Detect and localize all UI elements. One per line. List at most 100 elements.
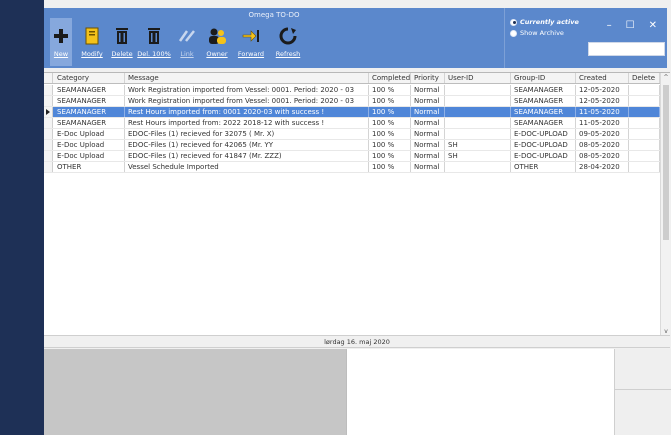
cell-delete: [629, 96, 660, 106]
status-bar-date: lørdag 16. maj 2020: [44, 335, 670, 348]
cell-created: 28-04-2020: [576, 162, 629, 172]
detail-panel-right: [614, 349, 671, 435]
column-header-completed[interactable]: Completed: [369, 73, 411, 83]
cell-priority: Normal: [411, 96, 445, 106]
minimize-icon[interactable]: –: [607, 20, 612, 31]
delete-100-button-label: Del. 100%: [137, 50, 171, 58]
cell-delete: [629, 118, 660, 128]
search-input[interactable]: [588, 42, 665, 56]
cell-delete: [629, 129, 660, 139]
column-header-message[interactable]: Message: [125, 73, 369, 83]
column-header-group-id[interactable]: Group-ID: [511, 73, 576, 83]
cell-created: 12-05-2020: [576, 85, 629, 95]
row-header[interactable]: [44, 96, 53, 106]
delete-button[interactable]: Delete: [110, 18, 134, 66]
radio-unselected-icon: [510, 29, 517, 37]
cell-priority: Normal: [411, 162, 445, 172]
cell-message: Work Registration imported from Vessel: …: [125, 85, 369, 95]
scroll-down-icon[interactable]: v: [661, 328, 670, 335]
cell-created: 09-05-2020: [576, 129, 629, 139]
delete-button-label: Delete: [111, 50, 133, 58]
cell-completed: 100 %: [369, 96, 411, 106]
row-header-corner: [44, 73, 53, 83]
link-button[interactable]: Link: [176, 18, 198, 66]
cell-group-id: E-DOC-UPLOAD: [511, 129, 576, 139]
owner-button[interactable]: Owner: [204, 18, 230, 66]
currently-active-label: Currently active: [520, 18, 579, 26]
cell-user-id: [445, 118, 511, 128]
scroll-up-icon[interactable]: ^: [661, 74, 670, 81]
detail-panel-text[interactable]: [346, 349, 614, 435]
cell-user-id: SH: [445, 151, 511, 161]
cell-completed: 100 %: [369, 85, 411, 95]
row-header[interactable]: [44, 85, 53, 95]
new-button[interactable]: New: [50, 18, 72, 66]
cell-user-id: SH: [445, 140, 511, 150]
forward-arrow-icon: [241, 26, 261, 46]
cell-priority: Normal: [411, 151, 445, 161]
scroll-thumb[interactable]: [663, 85, 669, 240]
maximize-icon[interactable]: ☐: [626, 20, 635, 31]
delete-100-button[interactable]: Del. 100%: [137, 18, 171, 66]
close-icon[interactable]: ✕: [649, 20, 657, 31]
cell-completed: 100 %: [369, 162, 411, 172]
link-button-label: Link: [180, 50, 194, 58]
filter-panel: Currently active Show Archive: [504, 8, 580, 68]
panel-divider: [615, 389, 671, 390]
table-row[interactable]: E-Doc Upload EDOC-Files (1) recieved for …: [44, 129, 660, 140]
row-header[interactable]: [44, 162, 53, 172]
row-header[interactable]: [44, 129, 53, 139]
cell-delete: [629, 151, 660, 161]
cell-message: Vessel Schedule Imported: [125, 162, 369, 172]
table-row[interactable]: SEAMANAGER Rest Hours imported from: 2022…: [44, 118, 660, 129]
vertical-scrollbar[interactable]: ^ v: [660, 73, 670, 335]
row-header[interactable]: [44, 107, 53, 117]
row-header[interactable]: [44, 118, 53, 128]
column-header-user-id[interactable]: User-ID: [445, 73, 511, 83]
table-row[interactable]: E-Doc Upload EDOC-Files (1) recieved for …: [44, 140, 660, 151]
todo-grid: Category Message Completed Priority User…: [44, 72, 670, 335]
cell-message: EDOC-Files (1) recieved for 41847 (Mr. Z…: [125, 151, 369, 161]
table-row[interactable]: SEAMANAGER Work Registration imported fro…: [44, 96, 660, 107]
cell-group-id: SEAMANAGER: [511, 85, 576, 95]
modify-button-label: Modify: [81, 50, 103, 58]
cell-category: SEAMANAGER: [54, 107, 125, 117]
notepad-icon: [82, 26, 102, 46]
table-row[interactable]: SEAMANAGER Work Registration imported fro…: [44, 85, 660, 96]
cell-completed: 100 %: [369, 129, 411, 139]
table-row[interactable]: SEAMANAGER Rest Hours imported from: 0001…: [44, 107, 660, 118]
row-header[interactable]: [44, 140, 53, 150]
cell-created: 11-05-2020: [576, 107, 629, 117]
cell-message: Work Registration imported from Vessel: …: [125, 96, 369, 106]
cell-message: EDOC-Files (1) recieved for 42065 (Mr. Y…: [125, 140, 369, 150]
refresh-button[interactable]: Refresh: [272, 18, 304, 66]
forward-button[interactable]: Forward: [234, 18, 268, 66]
show-archive-radio[interactable]: Show Archive: [510, 29, 580, 37]
cell-group-id: OTHER: [511, 162, 576, 172]
cell-user-id: [445, 96, 511, 106]
trash-icon: [112, 26, 132, 46]
grid-header-row: Category Message Completed Priority User…: [44, 73, 660, 84]
table-row[interactable]: E-Doc Upload EDOC-Files (1) recieved for …: [44, 151, 660, 162]
cell-group-id: E-DOC-UPLOAD: [511, 140, 576, 150]
cell-delete: [629, 162, 660, 172]
column-header-priority[interactable]: Priority: [411, 73, 445, 83]
currently-active-radio[interactable]: Currently active: [510, 18, 580, 26]
cell-user-id: [445, 162, 511, 172]
column-header-created[interactable]: Created: [576, 73, 629, 83]
column-header-category[interactable]: Category: [54, 73, 125, 83]
new-button-label: New: [53, 50, 69, 58]
column-header-delete[interactable]: Delete: [629, 73, 660, 83]
cell-category: E-Doc Upload: [54, 140, 125, 150]
ribbon-toolbar: Omega TO-DO New Modify Delete Del. 100%: [44, 8, 667, 68]
cell-priority: Normal: [411, 118, 445, 128]
cell-priority: Normal: [411, 129, 445, 139]
cell-created: 12-05-2020: [576, 96, 629, 106]
modify-button[interactable]: Modify: [78, 18, 106, 66]
table-row[interactable]: OTHER Vessel Schedule Imported 100 % Normal…: [44, 162, 660, 173]
cell-priority: Normal: [411, 85, 445, 95]
refresh-icon: [278, 26, 298, 46]
cell-user-id: [445, 107, 511, 117]
cell-message: EDOC-Files (1) recieved for 32075 ( Mr. …: [125, 129, 369, 139]
row-header[interactable]: [44, 151, 53, 161]
